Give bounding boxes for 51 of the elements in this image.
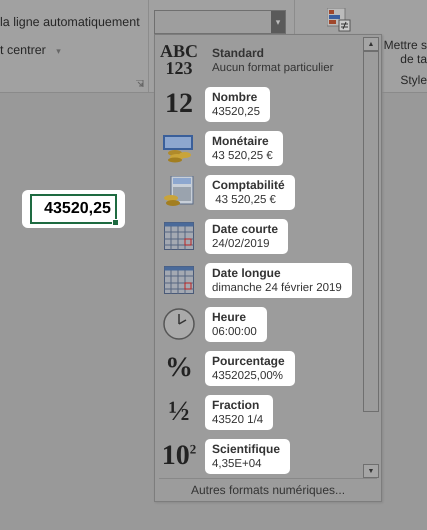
calendar-icon [164, 222, 194, 250]
format-sample: 06:00:00 [212, 326, 257, 338]
format-title: Standard [212, 46, 266, 60]
format-icon: % [165, 354, 193, 382]
clock-icon [163, 308, 195, 340]
format-option[interactable]: Comptabilité 43 520,25 € [205, 174, 295, 210]
group-label: Style [400, 73, 427, 87]
format-icon: ½ [168, 398, 190, 426]
more-formats-button[interactable]: Autres formats numériques... [159, 478, 377, 501]
format-title: Nombre [212, 90, 258, 104]
format-option[interactable]: Date courte 24/02/2019 [205, 218, 288, 254]
conditional-format-label[interactable]: Mettre s [384, 38, 427, 52]
format-sample: Aucun format particulier [212, 62, 334, 74]
format-sample: 43520 1/4 [212, 414, 264, 426]
format-title: Monétaire [212, 134, 270, 148]
scrollbar-thumb[interactable] [363, 51, 379, 412]
conditional-format-icon[interactable] [327, 8, 351, 32]
banknote-coins-icon [163, 133, 195, 163]
format-icon: 12 [165, 90, 193, 118]
format-option[interactable]: Fraction 43520 1/4 [205, 394, 274, 430]
format-title: Fraction [212, 398, 260, 412]
format-option[interactable]: Pourcentage 4352025,00% [205, 350, 295, 386]
format-icon: 10$^{2}$ [162, 442, 196, 470]
format-sample: 24/02/2019 [212, 238, 271, 250]
number-format-field[interactable]: ▾ [154, 10, 286, 34]
format-title: Heure [212, 310, 248, 324]
calendar-icon [164, 266, 194, 294]
format-title: Comptabilité [212, 178, 285, 192]
format-option[interactable]: Standard Aucun format particulier [205, 42, 344, 78]
calculator-coins-icon [163, 176, 195, 208]
format-sample: 4,35E+04 [212, 458, 263, 470]
conditional-format-label[interactable]: de ta [400, 52, 427, 66]
abc-123-icon: ABC 123 [160, 42, 198, 78]
format-sample: 4352025,00% [212, 370, 284, 382]
format-sample: 43520,25 [212, 106, 260, 118]
format-option[interactable]: Monétaire 43 520,25 € [205, 130, 283, 166]
format-title: Pourcentage [212, 354, 285, 368]
format-option[interactable]: Scientifique 4,35E+04 [205, 438, 290, 474]
format-sample: 43 520,25 € [212, 150, 273, 162]
merge-center-label[interactable]: t centrer ▾ [0, 43, 148, 57]
format-option[interactable]: Date longue dimanche 24 février 2019 [205, 262, 352, 298]
selected-cell[interactable]: 43520,25 [30, 194, 117, 224]
format-sample: dimanche 24 février 2019 [212, 282, 342, 294]
format-title: Date longue [212, 266, 282, 280]
format-sample: 43 520,25 € [214, 194, 277, 206]
format-option[interactable]: Heure 06:00:00 [205, 306, 267, 342]
format-option[interactable]: Nombre 43520,25 [205, 86, 270, 122]
wrap-text-label[interactable]: la ligne automatiquement [0, 15, 148, 29]
format-title: Date courte [212, 222, 278, 236]
format-title: Scientifique [212, 442, 280, 456]
dialog-launcher-icon[interactable] [136, 80, 144, 88]
